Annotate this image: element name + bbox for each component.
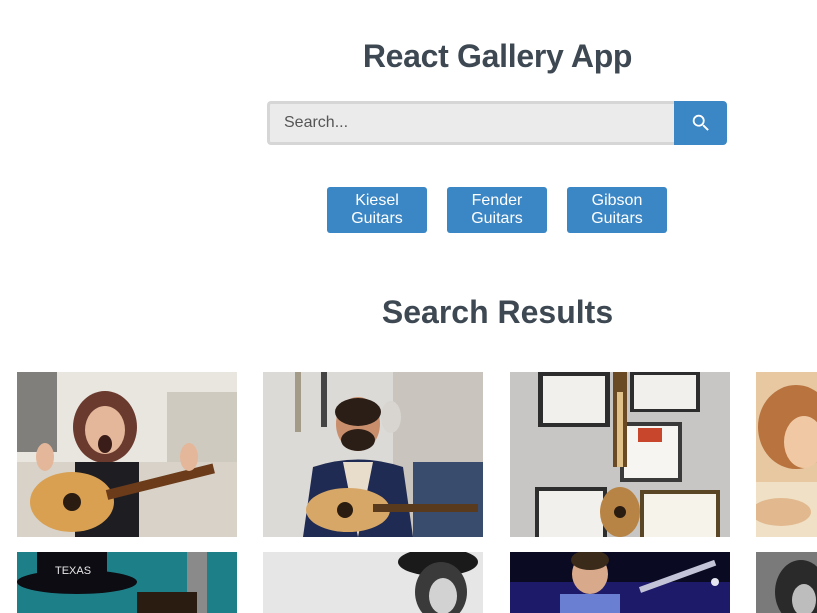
app-title: React Gallery App [362, 38, 633, 74]
gallery-photo[interactable] [263, 552, 483, 613]
main-nav: Kiesel Guitars Fender Guitars Gibson Gui… [327, 187, 667, 233]
search-input[interactable] [267, 101, 674, 145]
gallery-photo[interactable] [756, 552, 817, 613]
gallery-photo[interactable] [510, 372, 730, 537]
search-button[interactable] [674, 101, 727, 145]
gallery-photo[interactable] [510, 552, 730, 613]
nav-kiesel-guitars[interactable]: Kiesel Guitars [327, 187, 427, 233]
svg-text:TEXAS: TEXAS [55, 565, 91, 577]
nav-fender-guitars[interactable]: Fender Guitars [447, 187, 547, 233]
page: React Gallery App Kiesel Guitars Fender … [0, 0, 817, 613]
nav-gibson-guitars[interactable]: Gibson Guitars [567, 187, 667, 233]
gallery-photo[interactable]: TEXAS [17, 552, 237, 613]
gallery-photo[interactable] [756, 372, 817, 537]
search-form [267, 101, 727, 145]
gallery-photo[interactable] [263, 372, 483, 537]
search-icon [692, 114, 709, 131]
results-title: Search Results [381, 294, 614, 330]
gallery-photo[interactable] [17, 372, 237, 537]
